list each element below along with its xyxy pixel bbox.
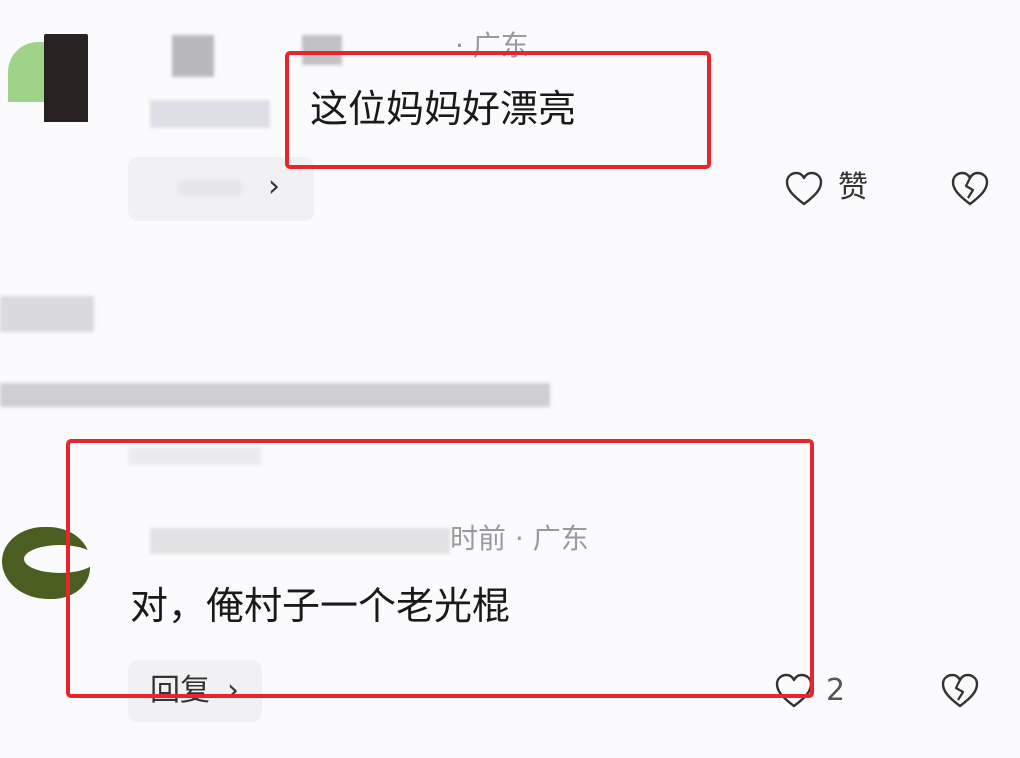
highlight-box [285, 51, 711, 169]
broken-heart-icon[interactable] [940, 672, 980, 710]
heart-icon [784, 170, 824, 208]
broken-heart-icon[interactable] [950, 170, 990, 208]
avatar-shape [44, 34, 88, 122]
obscured-username [172, 35, 214, 77]
obscured-comment-text [0, 383, 550, 407]
like-label: 赞 [838, 170, 868, 205]
obscured-username [150, 100, 270, 128]
like-button[interactable]: 赞 [784, 170, 884, 210]
chevron-right-icon: › [268, 169, 280, 204]
avatar[interactable] [0, 22, 100, 122]
obscured-username [0, 296, 94, 332]
obscured-reply-label [178, 181, 242, 195]
like-count: 2 [826, 673, 846, 708]
highlight-box [66, 439, 814, 698]
